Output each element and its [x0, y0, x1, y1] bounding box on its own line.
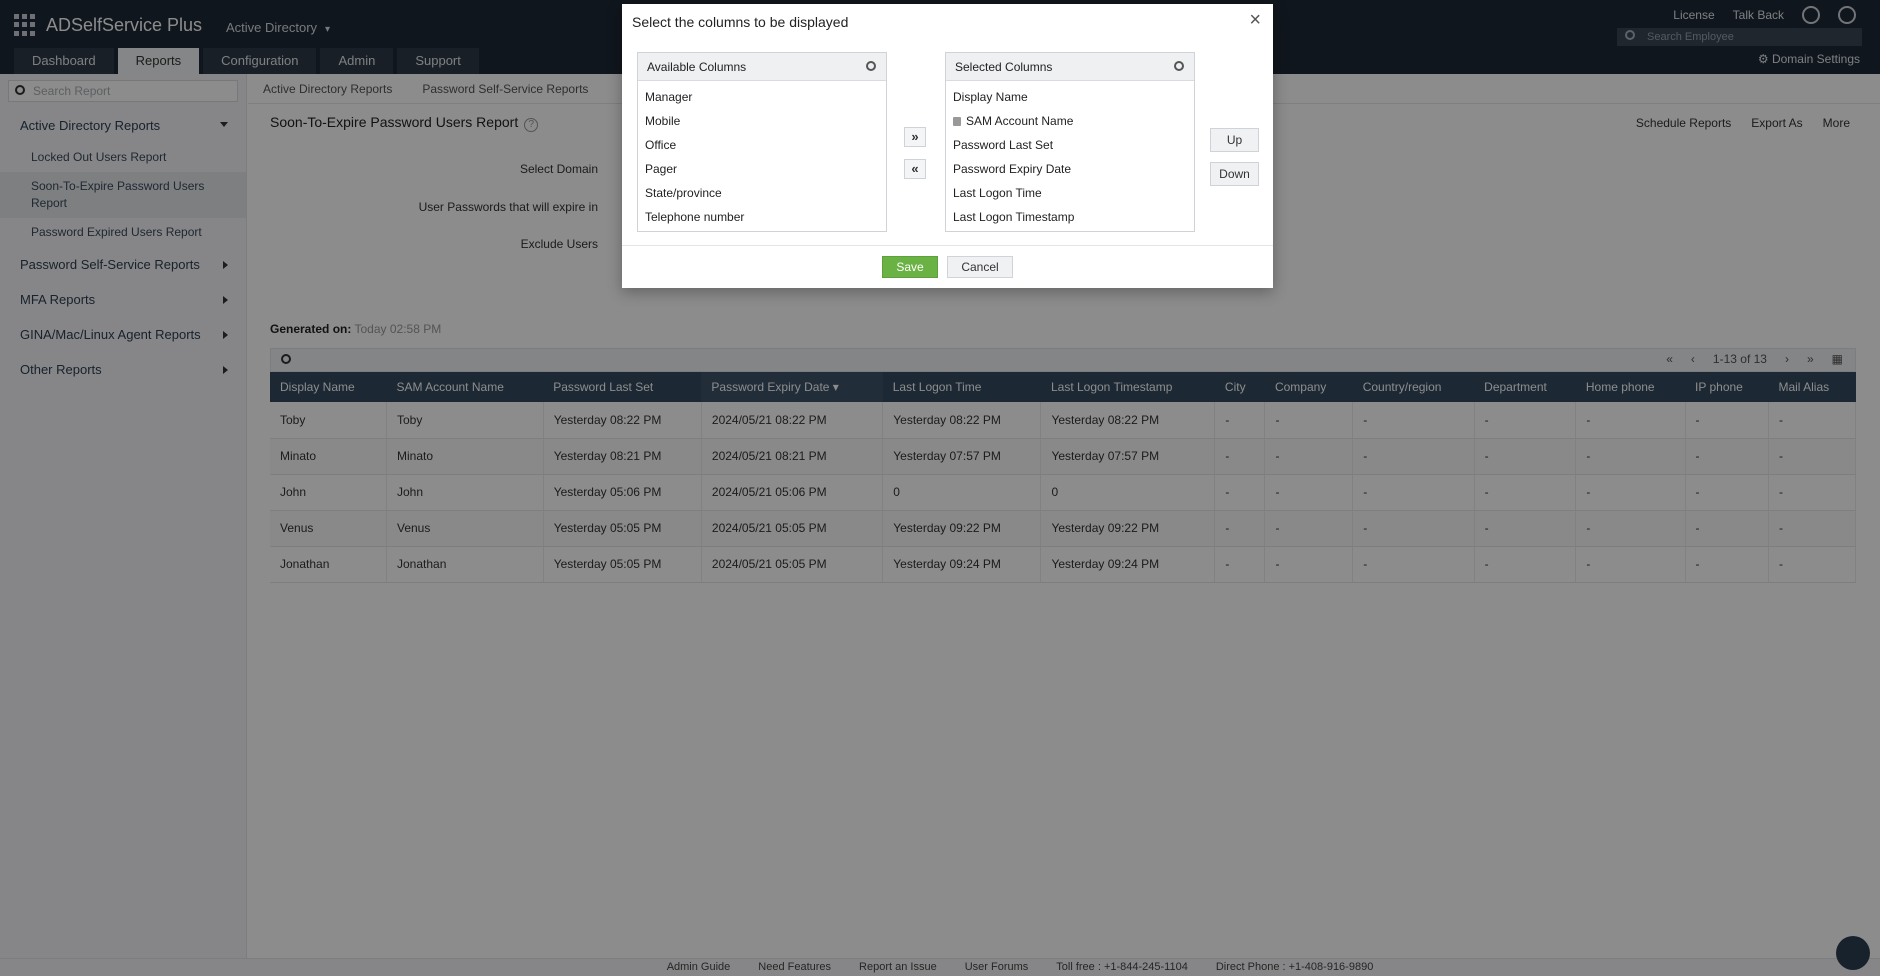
- selected-column-item-locked[interactable]: SAM Account Name: [946, 109, 1194, 133]
- add-column-button[interactable]: »: [904, 127, 926, 147]
- selected-columns-header: Selected Columns: [946, 53, 1194, 81]
- selected-column-item[interactable]: Password Expiry Date: [946, 157, 1194, 181]
- available-column-item[interactable]: State/province: [638, 181, 886, 205]
- available-columns-box: Available Columns Manager Mobile Office …: [637, 52, 887, 232]
- available-columns-title: Available Columns: [647, 60, 747, 74]
- lock-icon: [953, 117, 961, 126]
- selected-column-item[interactable]: Password Last Set: [946, 133, 1194, 157]
- dialog-title: Select the columns to be displayed: [632, 14, 849, 30]
- selected-column-item[interactable]: Display Name: [946, 85, 1194, 109]
- save-button[interactable]: Save: [882, 256, 938, 278]
- selected-columns-title: Selected Columns: [955, 60, 1053, 74]
- selected-columns-list: Display Name SAM Account Name Password L…: [946, 81, 1194, 229]
- selected-column-item[interactable]: Last Logon Time: [946, 181, 1194, 205]
- available-column-item[interactable]: Office: [638, 133, 886, 157]
- search-icon[interactable]: [1174, 61, 1184, 71]
- search-icon[interactable]: [866, 61, 876, 71]
- move-down-button[interactable]: Down: [1210, 162, 1259, 186]
- selected-columns-box: Selected Columns Display Name SAM Accoun…: [945, 52, 1195, 232]
- available-columns-list: Manager Mobile Office Pager State/provin…: [638, 81, 886, 229]
- selected-column-label: SAM Account Name: [966, 114, 1074, 128]
- column-chooser-dialog: Select the columns to be displayed × Ava…: [622, 4, 1273, 288]
- available-column-item[interactable]: Mobile: [638, 109, 886, 133]
- close-icon[interactable]: ×: [1249, 10, 1261, 30]
- available-column-item[interactable]: Pager: [638, 157, 886, 181]
- available-column-item[interactable]: Telephone number: [638, 205, 886, 229]
- move-up-button[interactable]: Up: [1210, 128, 1259, 152]
- remove-column-button[interactable]: «: [904, 159, 926, 179]
- selected-column-item[interactable]: Last Logon Timestamp: [946, 205, 1194, 229]
- dialog-divider: [622, 245, 1273, 246]
- available-columns-header: Available Columns: [638, 53, 886, 81]
- available-column-item[interactable]: Manager: [638, 85, 886, 109]
- cancel-button[interactable]: Cancel: [947, 256, 1013, 278]
